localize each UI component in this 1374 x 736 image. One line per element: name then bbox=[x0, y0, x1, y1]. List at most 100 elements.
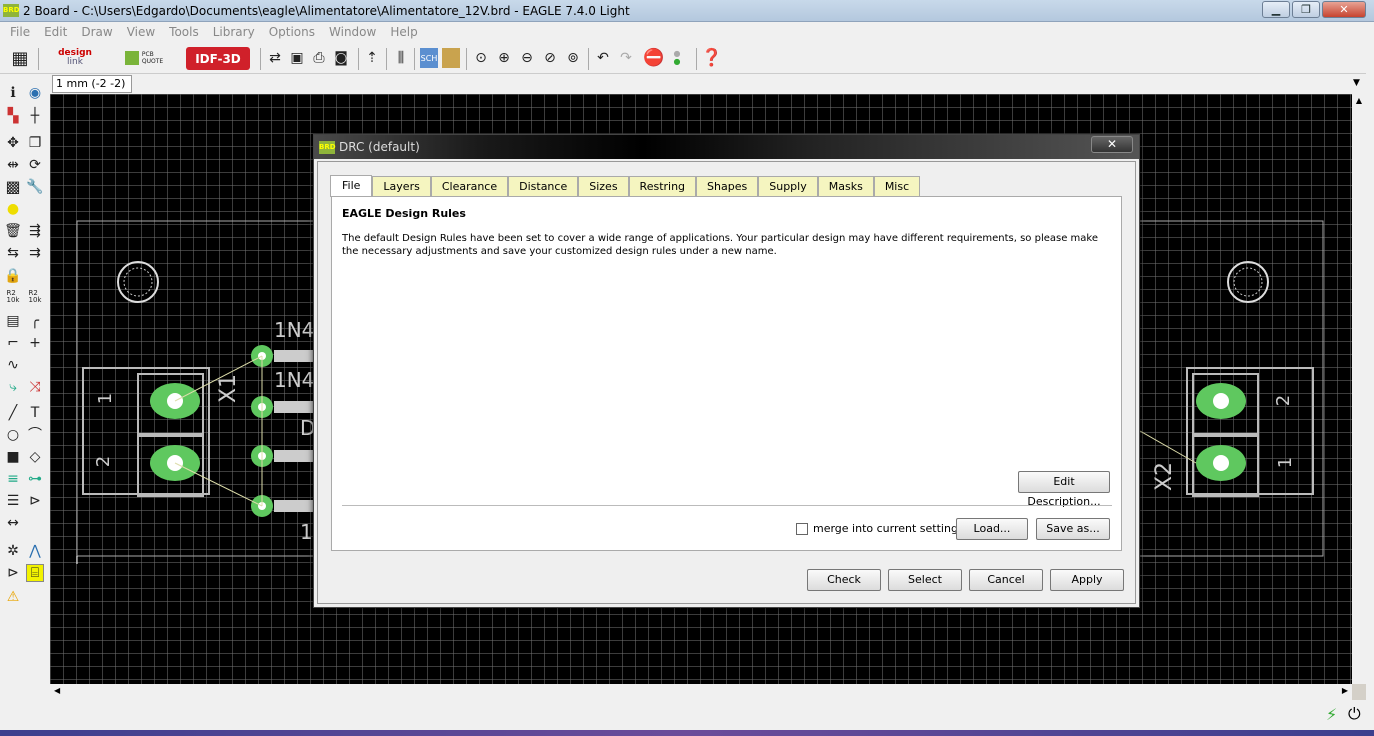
group-icon[interactable]: ▩ bbox=[4, 178, 22, 196]
select-button[interactable]: Select bbox=[888, 569, 962, 591]
ratsnest-icon[interactable]: ✲ bbox=[4, 542, 22, 560]
help-icon[interactable]: ❓ bbox=[701, 48, 722, 68]
tab-clearance[interactable]: Clearance bbox=[430, 176, 509, 197]
tab-shapes[interactable]: Shapes bbox=[696, 176, 759, 197]
grid-icon[interactable]: ▦ bbox=[10, 48, 30, 69]
undo-icon[interactable]: ↶ bbox=[594, 48, 612, 68]
tab-sizes[interactable]: Sizes bbox=[578, 176, 629, 197]
mark-icon[interactable]: ┼ bbox=[26, 107, 44, 125]
zoom-select-icon[interactable]: ⊚ bbox=[564, 48, 582, 68]
zoom-redraw-icon[interactable]: ⊘ bbox=[541, 48, 559, 68]
move-icon[interactable]: ✥ bbox=[4, 134, 22, 152]
rect-icon[interactable]: ■ bbox=[4, 448, 22, 466]
stop-icon[interactable]: ⛔ bbox=[643, 48, 664, 68]
route-icon[interactable]: ⤷ bbox=[4, 378, 22, 396]
miter-icon[interactable]: ╭ bbox=[26, 312, 44, 330]
edit-description-button[interactable]: Edit Description... bbox=[1018, 471, 1110, 508]
text-icon[interactable]: T bbox=[26, 404, 44, 422]
tab-supply[interactable]: Supply bbox=[758, 176, 818, 197]
copy-icon[interactable]: ❐ bbox=[26, 134, 44, 152]
save-as-button[interactable]: Save as... bbox=[1036, 518, 1110, 540]
optimize-icon[interactable]: + bbox=[26, 334, 44, 352]
redo-icon[interactable]: ↷ bbox=[617, 48, 635, 68]
save-icon[interactable]: ▣ bbox=[288, 48, 306, 68]
print-icon[interactable]: ⎙ bbox=[310, 48, 328, 68]
tab-masks[interactable]: Masks bbox=[817, 176, 874, 197]
delete-icon[interactable]: 🗑 bbox=[4, 222, 22, 240]
cam-icon[interactable]: ◙ bbox=[332, 48, 350, 68]
menu-view[interactable]: View bbox=[127, 25, 155, 39]
zoom-fit-icon[interactable]: ⊙ bbox=[472, 48, 490, 68]
tab-restring[interactable]: Restring bbox=[628, 176, 697, 197]
info-icon[interactable]: ℹ bbox=[4, 84, 22, 102]
display-icon[interactable]: ▚ bbox=[4, 107, 22, 125]
errors-icon[interactable]: ⚠ bbox=[4, 588, 22, 606]
lock-icon[interactable]: ⇉ bbox=[26, 244, 44, 262]
scroll-right-icon[interactable]: ▶ bbox=[1342, 686, 1348, 695]
layers-icon[interactable]: ⫼ bbox=[392, 48, 410, 68]
tab-layers[interactable]: Layers bbox=[372, 176, 431, 197]
dialog-close-button[interactable]: ✕ bbox=[1091, 136, 1133, 153]
padlock-icon[interactable]: 🔒 bbox=[4, 267, 22, 285]
name-icon[interactable]: R2 10k bbox=[4, 288, 22, 306]
smash-icon[interactable]: ▤ bbox=[4, 312, 22, 330]
replace-icon[interactable]: ⇆ bbox=[4, 244, 22, 262]
scroll-left-icon[interactable]: ◀ bbox=[54, 686, 60, 695]
go-icon[interactable]: ● ● bbox=[670, 48, 684, 68]
idf-3d-button[interactable]: IDF-3D bbox=[186, 47, 250, 70]
chevron-down-icon[interactable]: ▼ bbox=[1353, 78, 1360, 88]
menu-window[interactable]: Window bbox=[329, 25, 376, 39]
signal-icon[interactable]: ⊶ bbox=[26, 470, 44, 488]
menu-options[interactable]: Options bbox=[269, 25, 315, 39]
ripup-icon[interactable]: ⤨ bbox=[26, 378, 44, 396]
zoom-out-icon[interactable]: ⊖ bbox=[518, 48, 536, 68]
menu-tools[interactable]: Tools bbox=[169, 25, 199, 39]
change-icon[interactable]: 🔧 bbox=[26, 178, 44, 196]
polygon-icon[interactable]: ◇ bbox=[26, 448, 44, 466]
attribute-icon[interactable]: ⊳ bbox=[26, 492, 44, 510]
run-ulp-icon[interactable]: ⇡ bbox=[364, 48, 380, 68]
autorouter-icon[interactable]: ⋀ bbox=[26, 542, 44, 560]
vertical-scrollbar[interactable]: ▲ bbox=[1352, 94, 1366, 684]
stop-command-icon[interactable]: ⏻ bbox=[1348, 704, 1361, 724]
value-icon[interactable]: R2 10k bbox=[26, 288, 44, 306]
dimension-icon[interactable]: ↔ bbox=[4, 514, 22, 532]
menu-help[interactable]: Help bbox=[390, 25, 417, 39]
menu-file[interactable]: File bbox=[10, 25, 30, 39]
zoom-in-icon[interactable]: ⊕ bbox=[495, 48, 513, 68]
paste-icon[interactable]: ● bbox=[4, 200, 22, 218]
rotate-icon[interactable]: ⟳ bbox=[26, 156, 44, 174]
scroll-up-icon[interactable]: ▲ bbox=[1352, 96, 1366, 105]
load-button[interactable]: Load... bbox=[956, 518, 1028, 540]
maximize-button[interactable]: ❐ bbox=[1292, 1, 1320, 18]
erc-icon[interactable]: ⊳ bbox=[4, 564, 22, 582]
open-script-icon[interactable]: ⇄ bbox=[266, 48, 284, 68]
meander-icon[interactable]: ∿ bbox=[4, 356, 22, 374]
arc-icon[interactable]: ⌒ bbox=[26, 426, 44, 444]
close-window-button[interactable]: ✕ bbox=[1322, 1, 1366, 18]
apply-button[interactable]: Apply bbox=[1050, 569, 1124, 591]
via-icon[interactable]: ≡ bbox=[4, 470, 22, 488]
drc-icon[interactable]: ⌸ bbox=[26, 564, 44, 582]
pcb-quote-button[interactable]: PCB QUOTE bbox=[124, 48, 164, 68]
add-icon[interactable]: ⇶ bbox=[26, 222, 44, 240]
minimize-button[interactable]: ▁ bbox=[1262, 1, 1290, 18]
schematic-icon[interactable]: SCH bbox=[420, 48, 438, 68]
lightning-icon[interactable]: ⚡ bbox=[1326, 705, 1337, 724]
circle-icon[interactable]: ○ bbox=[4, 426, 22, 444]
tab-distance[interactable]: Distance bbox=[508, 176, 579, 197]
hole-icon[interactable]: ☰ bbox=[4, 492, 22, 510]
check-button[interactable]: Check bbox=[807, 569, 881, 591]
designlink-button[interactable]: design link bbox=[50, 48, 100, 68]
split-icon[interactable]: ⌐ bbox=[4, 334, 22, 352]
merge-checkbox[interactable] bbox=[796, 523, 808, 535]
mirror-icon[interactable]: ⇹ bbox=[4, 156, 22, 174]
menu-draw[interactable]: Draw bbox=[81, 25, 112, 39]
board-icon[interactable] bbox=[442, 48, 460, 68]
show-icon[interactable]: ◉ bbox=[26, 84, 44, 102]
tab-file[interactable]: File bbox=[330, 175, 373, 197]
wire-icon[interactable]: ╱ bbox=[4, 404, 22, 422]
menu-edit[interactable]: Edit bbox=[44, 25, 67, 39]
horizontal-scrollbar[interactable]: ◀ ▶ bbox=[50, 684, 1352, 700]
tab-misc[interactable]: Misc bbox=[873, 176, 921, 197]
